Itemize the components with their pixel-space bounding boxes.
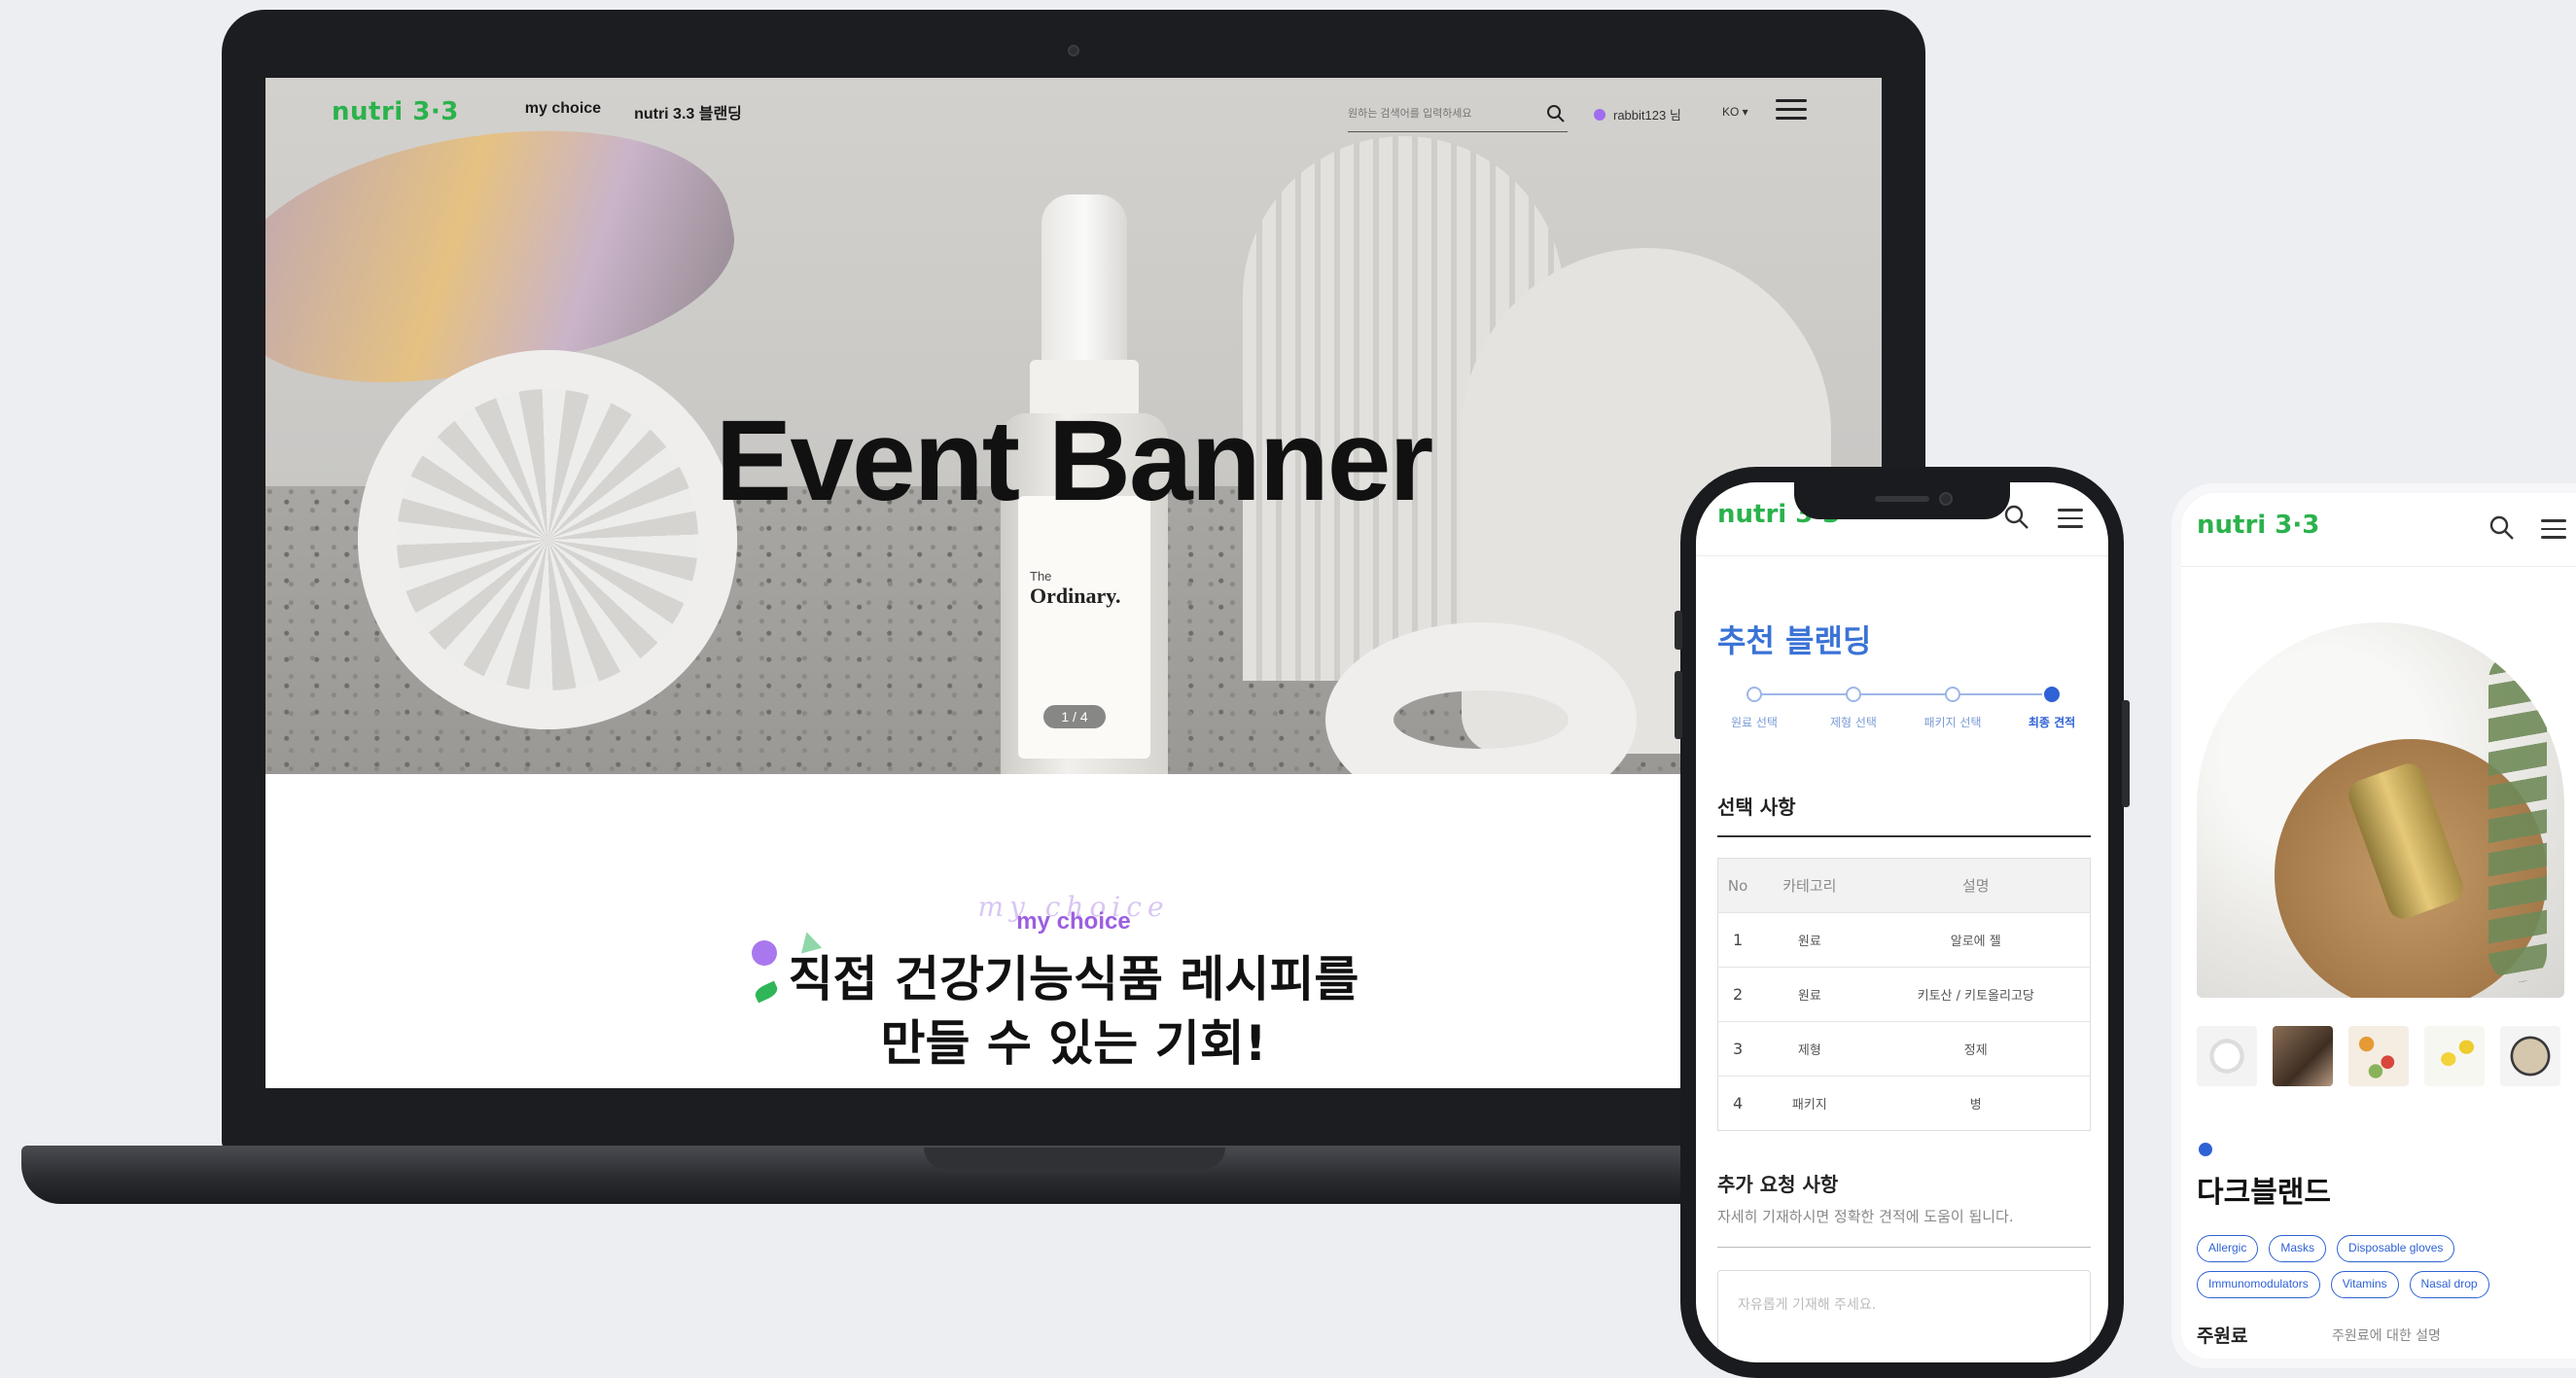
table-row: 2 원료 키토산 / 키토올리고당 [1717,967,2091,1022]
brand-dot-icon [2199,1143,2212,1156]
laptop-opening-notch [924,1148,1225,1169]
bottle-label-brand: Ordinary. [1030,583,1121,608]
phone-side-button [1675,611,1682,650]
mobile-blending-screen: nutri 3·3 추천 블랜딩 원료 선택 제형 선택 패키지 선택 최종 견… [1696,482,2108,1362]
mobile-header: nutri 3·3 [2181,493,2576,567]
tag-chip[interactable]: Allergic [2197,1235,2259,1262]
cell-category: 패키지 [1757,1076,1862,1131]
thumbnail-image[interactable] [2424,1026,2485,1086]
cell-no: 4 [1717,1076,1758,1131]
user-name: rabbit123 님 [1613,108,1681,123]
thumbnail-image[interactable] [2348,1026,2409,1086]
ingredient-description: 주원료에 대한 설명 [2332,1328,2441,1344]
thumbnail-image[interactable] [2197,1026,2257,1086]
step-ingredient[interactable]: 원료 선택 [1706,687,1803,730]
table-header-row: No 카테고리 설명 [1717,858,2091,913]
event-banner[interactable]: The Ordinary. Event Banner 1 / 4 [265,78,1882,774]
selection-table: No 카테고리 설명 1 원료 알로에 젤 2 원료 키토산 / 키토올리고당 … [1717,858,2091,1131]
product-thumbnails [2197,1026,2560,1086]
table-row: 4 패키지 병 [1717,1076,2091,1131]
column-header: 카테고리 [1757,858,1862,913]
cell-category: 원료 [1757,912,1862,968]
headline-line-1: 직접 건강기능식품 레시피를 [788,951,1359,1007]
phone-side-button [2122,700,2130,807]
hamburger-menu-icon[interactable] [2058,509,2083,528]
nav-my-choice[interactable]: my choice [525,100,601,124]
cell-description: 정제 [1861,1021,2091,1077]
request-subtitle: 자세히 기재하시면 정확한 견적에 도움이 됩니다. [1717,1208,2014,1225]
column-header: No [1717,858,1758,913]
table-row: 1 원료 알로에 젤 [1717,912,2091,968]
language-select[interactable]: KO ▾ [1722,105,1748,119]
cell-description: 알로에 젤 [1861,912,2091,968]
step-final-estimate[interactable]: 최종 견적 [2003,687,2100,730]
tag-chip[interactable]: Vitamins [2330,1271,2399,1298]
user-status-dot-icon [1594,108,1606,121]
headline-line-2: 만들 수 있는 기회! [880,1015,1267,1072]
product-tags: Allergic Masks Disposable gloves Immunom… [2197,1235,2576,1298]
request-textarea[interactable]: 자유롭게 기재해 주세요. [1717,1270,2091,1362]
thumbnail-image[interactable] [2500,1026,2560,1086]
step-package[interactable]: 패키지 선택 [1904,687,2001,730]
tag-chip[interactable]: Nasal drop [2409,1271,2489,1298]
phone-speaker [1875,496,1929,502]
product-brand-name: 다크블랜드 [2197,1176,2331,1210]
divider [1717,835,2091,837]
request-title: 추가 요청 사항 [1717,1173,1839,1196]
section-kicker: my choice [1016,908,1131,935]
cell-no: 2 [1717,967,1758,1022]
nav-blending[interactable]: nutri 3.3 블랜딩 [634,100,742,124]
my-choice-section: my choice my choice 직접 건강기능식품 레시피를 만들 수 … [265,774,1882,1088]
tag-chip[interactable]: Masks [2269,1235,2327,1262]
phone-side-button [1675,671,1682,739]
cell-category: 제형 [1757,1021,1862,1077]
divider [1717,1247,2091,1248]
step-form[interactable]: 제형 선택 [1805,687,1902,730]
product-main-image [2197,622,2564,998]
tag-chip[interactable]: Immunomodulators [2197,1271,2320,1298]
column-header: 설명 [1861,858,2091,913]
cell-no: 1 [1717,912,1758,968]
hamburger-menu-icon[interactable] [2541,519,2566,539]
hamburger-menu-icon[interactable] [1776,99,1807,123]
progress-stepper: 원료 선택 제형 선택 패키지 선택 최종 견적 [1717,687,2087,735]
search-bar [1348,97,1568,132]
cell-category: 원료 [1757,967,1862,1022]
phone-camera [1939,492,1953,506]
section-headline: 직접 건강기능식품 레시피를 만들 수 있는 기회! [265,947,1882,1076]
laptop-camera [1068,45,1079,56]
cell-description: 병 [1861,1076,2091,1131]
selection-title: 선택 사항 [1717,795,1796,819]
thumbnail-image[interactable] [2273,1026,2333,1086]
site-logo[interactable]: nutri 3·3 [332,97,459,126]
cell-description: 키토산 / 키토올리고당 [1861,967,2091,1022]
main-nav: my choice nutri 3.3 블랜딩 [525,100,742,124]
search-icon[interactable] [2488,514,2516,546]
table-row: 3 제형 정제 [1717,1021,2091,1077]
mobile-logo[interactable]: nutri 3·3 [2197,511,2319,540]
slide-counter: 1 / 4 [1043,705,1106,728]
desktop-screen: The Ordinary. Event Banner 1 / 4 nutri 3… [265,78,1882,1088]
user-account[interactable]: rabbit123 님 [1594,105,1681,124]
ingredient-label: 주원료 [2197,1325,2248,1347]
search-icon[interactable] [2003,504,2030,535]
tag-chip[interactable]: Disposable gloves [2337,1235,2455,1262]
mobile-product-screen: nutri 3·3 다크블랜드 Allergic Masks Disposabl… [2181,493,2576,1359]
search-icon[interactable] [1546,104,1566,127]
bottle-label-the: The [1030,569,1052,583]
cell-no: 3 [1717,1021,1758,1077]
hero-title: Event Banner [715,397,1434,525]
page-title: 추천 블랜딩 [1717,622,1872,659]
search-input[interactable] [1348,97,1542,130]
